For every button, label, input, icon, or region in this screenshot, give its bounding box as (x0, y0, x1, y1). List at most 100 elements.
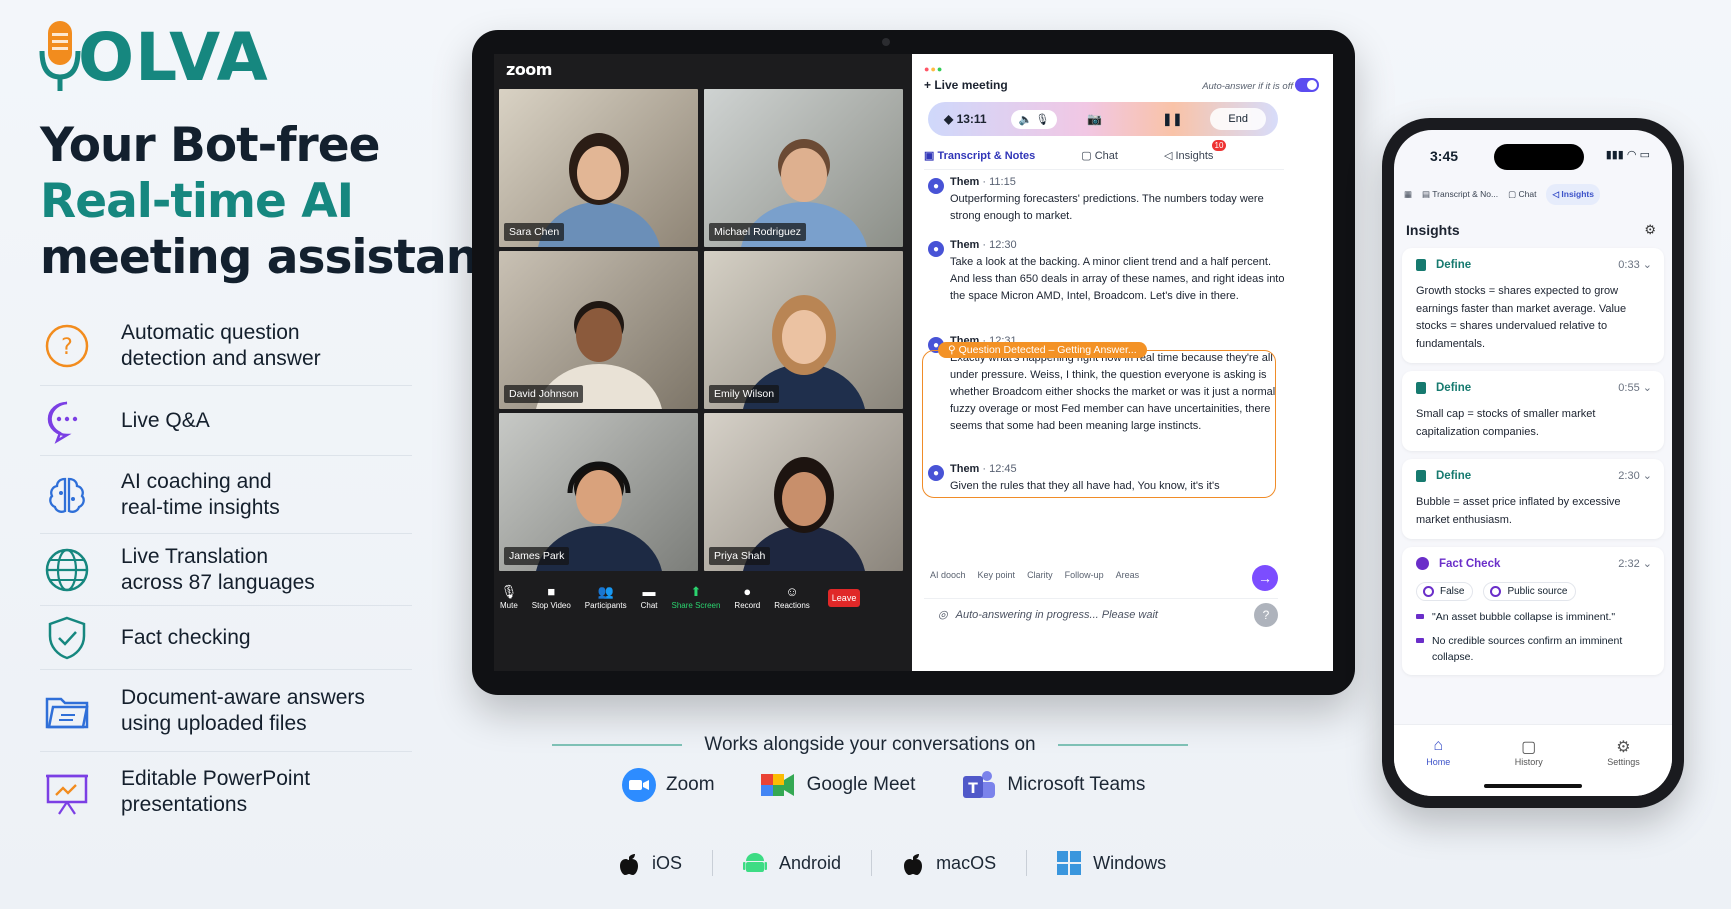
status-time: 3:45 (1430, 148, 1459, 164)
tablet-screen: zoom Sara Chen Michael Rodriguez David J… (494, 54, 1333, 671)
video-tile[interactable]: Sara Chen (499, 89, 698, 247)
nav-home[interactable]: ⌂ Home (1426, 737, 1450, 796)
os-list: iOS Android macOS Windows (588, 850, 1196, 876)
sparkle-icon: ◎ (938, 609, 948, 621)
window-dots: ●●● (924, 64, 944, 74)
tab-chat[interactable]: ▢ Chat (1508, 189, 1536, 200)
audio-toggle[interactable]: 🔈 🎙 (1010, 109, 1058, 129)
auto-answer-toggle[interactable] (1295, 78, 1319, 92)
chevron-down-icon: ⌄ (1642, 558, 1652, 570)
video-tile[interactable]: James Park (499, 413, 698, 571)
settings-icon: ⚙ (1616, 739, 1631, 756)
history-icon: ▢ (1521, 739, 1537, 756)
phone-tabs: ▦ ▤ Transcript & No... ▢ Chat ◁ Insights (1404, 178, 1662, 210)
divider (552, 744, 683, 746)
tool-key-point[interactable]: Key point (978, 570, 1016, 580)
camera-icon[interactable]: 📷 (1087, 112, 1102, 126)
tool-ai-coach[interactable]: AI dooch (930, 570, 966, 580)
feature-item: Fact checking (40, 606, 412, 670)
feature-item: AI coaching and real-time insights (40, 456, 412, 534)
record-button[interactable]: ● Record (734, 583, 760, 610)
home-icon: ⌂ (1433, 737, 1444, 754)
quick-tools: AI dooch Key point Clarity Follow-up Are… (930, 570, 1139, 580)
insight-card[interactable]: Define 0:33 ⌄ Growth stocks = shares expe… (1402, 248, 1664, 363)
video-grid: Sara Chen Michael Rodriguez David Johnso… (499, 89, 904, 571)
insights-icon: ◁ (1163, 150, 1176, 162)
mic-icon: 🎙 (1035, 113, 1050, 126)
feature-label: Automatic question detection and answer (121, 320, 321, 370)
define-icon (1416, 469, 1426, 482)
calendar-icon[interactable]: ▦ (1404, 189, 1412, 200)
tool-areas[interactable]: Areas (1116, 570, 1140, 580)
message-input[interactable]: ◎ Auto-answering in progress... Please w… (924, 598, 1278, 630)
tab-transcript[interactable]: ▤ Transcript & No... (1422, 189, 1498, 200)
participant-name: Sara Chen (504, 223, 565, 241)
search-icon: ⚲ (948, 344, 959, 356)
os-ios: iOS (588, 850, 714, 876)
define-icon (1416, 381, 1426, 394)
feature-item: Editable PowerPoint presentations (40, 752, 412, 832)
participant-name: James Park (504, 547, 570, 565)
svg-text:?: ? (61, 335, 73, 360)
tool-follow-up[interactable]: Follow-up (1065, 570, 1104, 580)
feature-list: ? Automatic question detection and answe… (40, 306, 412, 832)
transcript-message: ● Them · 12:30 Take a look at the backin… (912, 239, 1333, 305)
end-button[interactable]: End (1210, 108, 1266, 130)
os-windows: Windows (1027, 851, 1196, 875)
video-camera-icon: ■ (547, 584, 556, 599)
leave-button[interactable]: Leave (827, 589, 861, 607)
fact-check-card[interactable]: Fact Check 2:32 ⌄ False Public source "An… (1402, 547, 1664, 675)
platform-list: Zoom Google Meet T Microsoft Teams (622, 768, 1191, 802)
feature-label: Editable PowerPoint presentations (121, 767, 311, 816)
share-screen-button[interactable]: ⬆ Share Screen (672, 583, 721, 610)
emoji-icon: ☺ (785, 584, 799, 599)
participant-name: David Johnson (504, 385, 584, 403)
help-icon[interactable]: ? (1254, 603, 1278, 627)
user-icon: ● (928, 178, 944, 194)
dynamic-island (1494, 144, 1584, 170)
platform-zoom: Zoom (622, 768, 715, 802)
feature-label: Fact checking (121, 625, 251, 649)
verdict-chip: False (1416, 582, 1474, 601)
tab-insights[interactable]: ◁ Insights (1546, 183, 1600, 205)
tab-transcript[interactable]: ▣ Transcript & Notes (924, 149, 1035, 162)
participants-button[interactable]: 👥 Participants (585, 583, 627, 610)
notes-icon: ▤ (1422, 188, 1433, 199)
mute-button[interactable]: 🎙 Mute (500, 583, 518, 610)
send-button[interactable]: → (1252, 565, 1278, 591)
insight-cards: Define 0:33 ⌄ Growth stocks = shares expe… (1402, 248, 1664, 683)
chevron-down-icon: ⌄ (1642, 382, 1652, 394)
reactions-button[interactable]: ☺ Reactions (774, 583, 810, 610)
insight-card[interactable]: Define 0:55 ⌄ Small cap = stocks of small… (1402, 371, 1664, 451)
stop-video-button[interactable]: ■ Stop Video (532, 583, 571, 610)
feature-label: AI coaching and real-time insights (121, 469, 280, 519)
source-chip: Public source (1483, 582, 1577, 601)
tool-clarity[interactable]: Clarity (1027, 570, 1053, 580)
pause-icon[interactable]: ❚❚ (1162, 112, 1182, 126)
insight-card[interactable]: Define 2:30 ⌄ Bubble = asset price inflat… (1402, 459, 1664, 539)
tab-insights[interactable]: ◁ Insights 10 (1163, 140, 1227, 162)
zoom-icon (622, 768, 656, 802)
auto-answer-label: Auto-answer if it is off (1202, 81, 1293, 92)
headline-line2: Real-time AI (40, 174, 354, 229)
chat-icon: ▢ (1081, 150, 1095, 162)
microphone-icon (39, 21, 81, 91)
settings-gear-icon[interactable]: ⚙ (1644, 222, 1656, 238)
video-tile[interactable]: Michael Rodriguez (704, 89, 903, 247)
nav-settings[interactable]: ⚙ Settings (1607, 737, 1640, 796)
video-tile[interactable]: Priya Shah (704, 413, 903, 571)
arrow-right-icon: → (1258, 570, 1272, 586)
video-tile[interactable]: Emily Wilson (704, 251, 903, 409)
fact-check-icon (1416, 557, 1429, 570)
chat-button[interactable]: ▬ Chat (641, 583, 658, 610)
tab-chat[interactable]: ▢ Chat (1081, 149, 1118, 162)
platform-microsoft-teams: T Microsoft Teams (961, 768, 1145, 802)
camera-dot (882, 38, 890, 46)
home-indicator (1484, 784, 1582, 788)
zoom-window: zoom Sara Chen Michael Rodriguez David J… (494, 54, 912, 671)
brain-icon (40, 468, 94, 522)
video-tile[interactable]: David Johnson (499, 251, 698, 409)
headline: Your Bot-free Real-time AI meeting assis… (40, 118, 501, 286)
question-icon: ? (40, 319, 94, 373)
os-android: Android (713, 850, 873, 876)
